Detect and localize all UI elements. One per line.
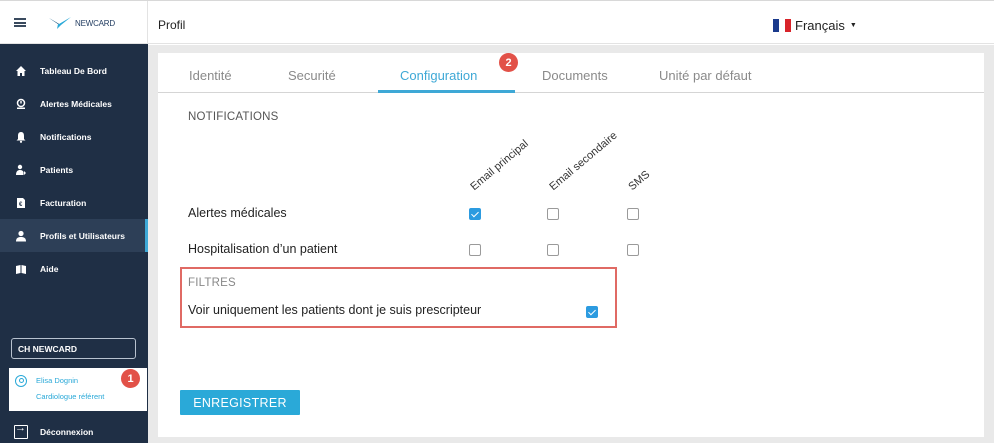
sidebar-header: NEWCARD bbox=[0, 1, 148, 44]
sidebar-item-patients[interactable]: Patients bbox=[0, 153, 148, 186]
bird-logo-icon bbox=[49, 17, 71, 29]
logout-button[interactable]: Déconnexion bbox=[0, 419, 148, 443]
row-label-alertes-medicales: Alertes médicales bbox=[188, 206, 287, 220]
main-area: Identité Securité Configuration Document… bbox=[148, 45, 994, 443]
sidebar-item-label: Tableau De Bord bbox=[40, 65, 107, 76]
sidebar-item-facturation[interactable]: € Facturation bbox=[0, 186, 148, 219]
bell-icon bbox=[14, 130, 28, 144]
tab-unite-par-defaut[interactable]: Unité par défaut bbox=[659, 68, 752, 83]
sidebar-item-aide[interactable]: Aide bbox=[0, 252, 148, 285]
checkbox-alertes-email-secondaire[interactable] bbox=[547, 208, 559, 220]
checkbox-hospitalisation-email-principal[interactable] bbox=[469, 244, 481, 256]
checkbox-alertes-sms[interactable] bbox=[627, 208, 639, 220]
filters-title: FILTRES bbox=[188, 277, 236, 289]
profile-tabs: Identité Securité Configuration Document… bbox=[158, 53, 984, 93]
notifications-title: NOTIFICATIONS bbox=[188, 111, 279, 123]
step-badge-1: 1 bbox=[121, 369, 140, 388]
language-selector[interactable]: Français ▼ bbox=[773, 18, 857, 33]
french-flag-icon bbox=[773, 19, 791, 32]
user-icon bbox=[14, 229, 28, 243]
language-label: Français bbox=[795, 18, 845, 33]
column-email-principal: Email principal bbox=[468, 137, 531, 193]
checkbox-filter-prescripteur[interactable] bbox=[586, 306, 598, 318]
checkbox-alertes-email-principal[interactable] bbox=[469, 208, 481, 220]
active-tab-indicator bbox=[378, 90, 515, 93]
filter-prescripteur-label: Voir uniquement les patients dont je sui… bbox=[188, 303, 482, 317]
save-button[interactable]: ENREGISTRER bbox=[180, 390, 300, 415]
filters-highlight-box bbox=[180, 267, 617, 328]
top-header: Profil Français ▼ bbox=[148, 1, 994, 44]
invoice-icon: € bbox=[14, 196, 28, 210]
hamburger-menu-icon[interactable] bbox=[14, 18, 26, 27]
logout-icon bbox=[14, 422, 28, 439]
help-icon bbox=[14, 262, 28, 276]
column-sms: SMS bbox=[626, 168, 653, 193]
sidebar-nav: Tableau De Bord Alertes Médicales Notifi… bbox=[0, 54, 148, 285]
sidebar-item-label: Alertes Médicales bbox=[40, 98, 112, 109]
user-name: Elisa Dognin bbox=[36, 376, 79, 385]
sidebar-item-tableau-de-bord[interactable]: Tableau De Bord bbox=[0, 54, 148, 87]
app-logo[interactable]: NEWCARD bbox=[48, 15, 115, 31]
home-icon bbox=[14, 64, 28, 78]
sidebar-item-label: Facturation bbox=[40, 197, 87, 208]
column-email-secondaire: Email secondaire bbox=[547, 129, 620, 193]
patients-icon bbox=[14, 163, 28, 177]
step-badge-2: 2 bbox=[499, 53, 518, 72]
sidebar-item-label: Aide bbox=[40, 263, 59, 274]
entity-selector[interactable]: CH NEWCARD bbox=[11, 338, 136, 359]
sidebar-item-profils-et-utilisateurs[interactable]: Profils et Utilisateurs bbox=[0, 219, 148, 252]
caret-down-icon: ▼ bbox=[849, 22, 857, 29]
sidebar: NEWCARD Tableau De Bord Alertes Médicale… bbox=[0, 1, 148, 443]
alert-icon bbox=[14, 97, 28, 111]
logo-text: NEWCARD bbox=[75, 18, 115, 28]
sidebar-item-notifications[interactable]: Notifications bbox=[0, 120, 148, 153]
sidebar-item-label: Patients bbox=[40, 164, 74, 175]
tab-securite[interactable]: Securité bbox=[288, 68, 336, 83]
checkbox-hospitalisation-sms[interactable] bbox=[627, 244, 639, 256]
checkbox-hospitalisation-email-secondaire[interactable] bbox=[547, 244, 559, 256]
app-frame: NEWCARD Tableau De Bord Alertes Médicale… bbox=[0, 0, 994, 443]
page-title: Profil bbox=[158, 18, 186, 32]
config-panel: Identité Securité Configuration Document… bbox=[158, 53, 984, 437]
row-label-hospitalisation: Hospitalisation d’un patient bbox=[188, 242, 338, 256]
logout-label: Déconnexion bbox=[40, 426, 94, 437]
sidebar-item-label: Notifications bbox=[40, 131, 92, 142]
sidebar-item-label: Profils et Utilisateurs bbox=[40, 230, 126, 241]
tab-documents[interactable]: Documents bbox=[542, 68, 608, 83]
sidebar-item-alertes-medicales[interactable]: Alertes Médicales bbox=[0, 87, 148, 120]
tab-identite[interactable]: Identité bbox=[189, 68, 232, 83]
user-circle-icon bbox=[15, 375, 27, 387]
user-role: Cardiologue référent bbox=[36, 392, 105, 401]
tab-configuration[interactable]: Configuration bbox=[400, 68, 477, 83]
